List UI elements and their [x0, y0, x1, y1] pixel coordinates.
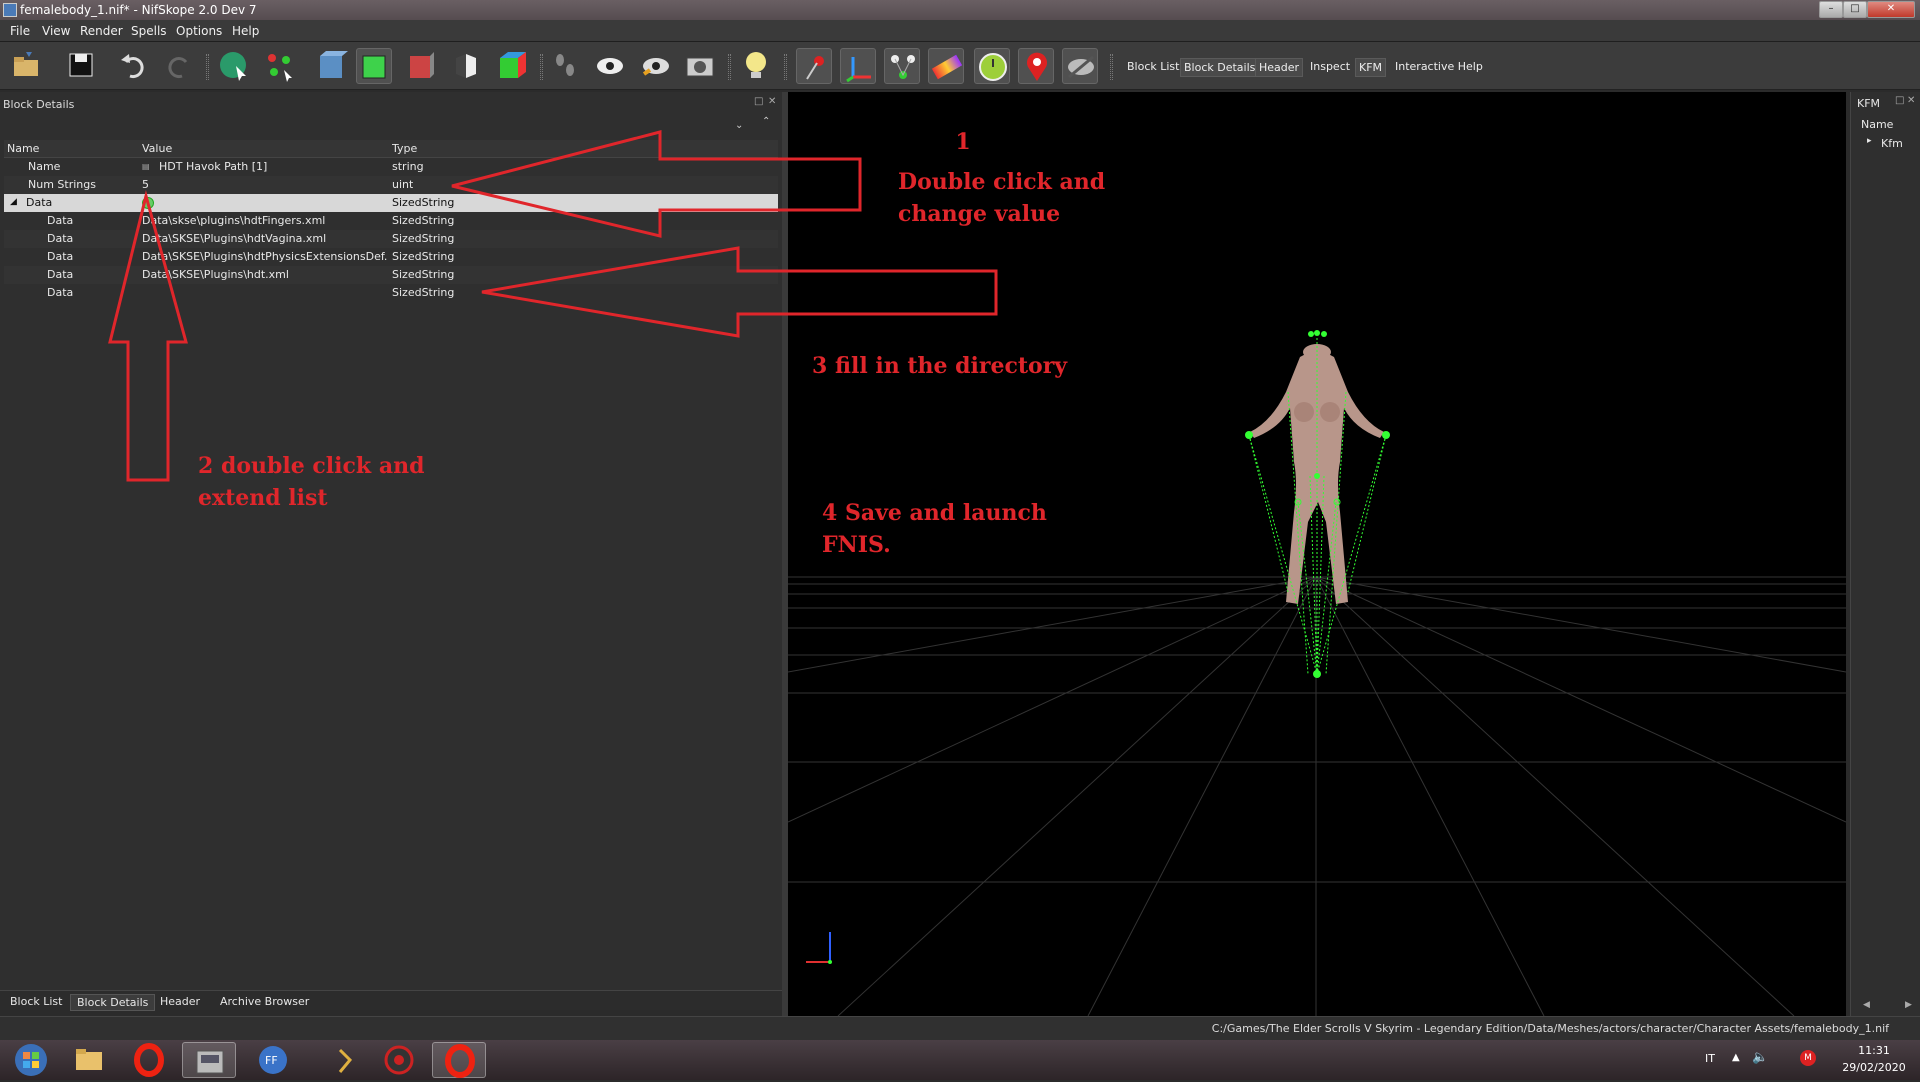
arrow-2	[108, 190, 188, 482]
annotation-step1-number: 1	[955, 129, 971, 155]
nifskope-task-icon[interactable]	[182, 1042, 236, 1078]
show-hidden-icons-icon[interactable]: ▲	[1732, 1052, 1740, 1063]
opera-task-icon[interactable]	[432, 1042, 486, 1078]
taskbar: FF IT ▲ 🔈 M 11:31 29/02/2020	[0, 1040, 1920, 1080]
language-indicator[interactable]: IT	[1705, 1052, 1715, 1065]
start-button-icon[interactable]	[4, 1042, 58, 1078]
clock-date[interactable]: 29/02/2020	[1832, 1061, 1916, 1074]
mail-notification-icon[interactable]: M	[1800, 1050, 1816, 1066]
ffdec-icon[interactable]: FF	[246, 1042, 300, 1078]
annotation-step3: 3 fill in the directory	[812, 353, 1068, 379]
clock-time[interactable]: 11:31	[1844, 1044, 1904, 1057]
opera-icon[interactable]	[122, 1042, 176, 1078]
game-icon[interactable]	[372, 1042, 426, 1078]
annotation-step1: Double click and change value	[898, 169, 1106, 227]
file-explorer-icon[interactable]	[62, 1042, 116, 1078]
volume-icon[interactable]: 🔈	[1752, 1050, 1768, 1065]
terminal-icon[interactable]	[318, 1042, 372, 1078]
file-path: C:/Games/The Elder Scrolls V Skyrim - Le…	[1211, 1022, 1889, 1035]
status-bar: C:/Games/The Elder Scrolls V Skyrim - Le…	[0, 1016, 1920, 1040]
annotation-step4: 4 Save and launch FNIS.	[822, 500, 1047, 558]
arrow-1	[451, 130, 862, 238]
annotation-step2: 2 double click and extend list	[198, 453, 425, 511]
svg-text:FF: FF	[265, 1054, 278, 1067]
arrow-3	[481, 246, 998, 338]
